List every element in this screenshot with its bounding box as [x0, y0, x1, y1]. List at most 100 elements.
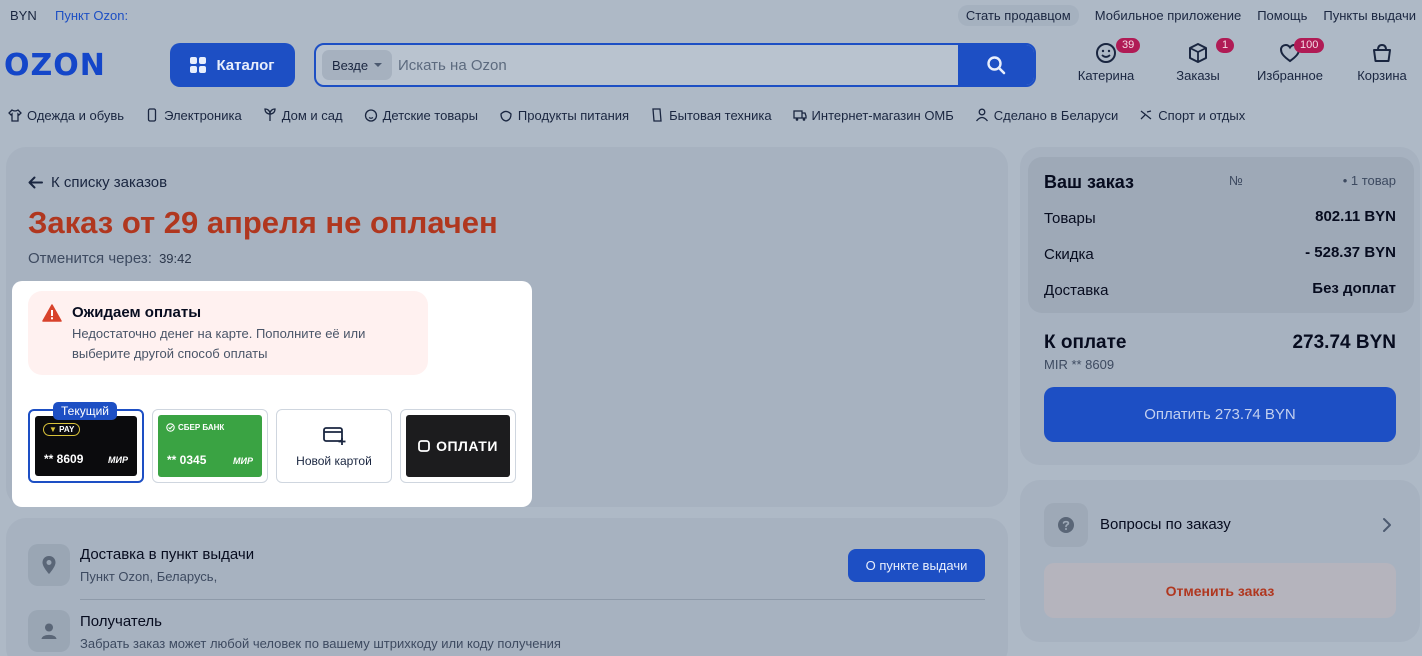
total-label: К оплате — [1044, 332, 1127, 353]
sber-logo-icon: СБЕР БАНК — [166, 423, 224, 432]
ozon-logo[interactable]: OZON — [4, 48, 106, 83]
profile-label: Катерина — [1077, 68, 1135, 83]
top-bar: BYN Пункт Ozon: Стать продавцом Мобильно… — [0, 0, 1422, 30]
discount-value: - 528.37 BYN — [1305, 244, 1396, 261]
category-sport[interactable]: Спорт и отдых — [1139, 108, 1245, 123]
check-circle-icon — [166, 423, 175, 432]
category-label: Бытовая техника — [669, 107, 772, 123]
card-brand: PAY — [59, 425, 75, 434]
category-label: Одежда и обувь — [27, 107, 125, 123]
plant-icon — [264, 108, 276, 121]
category-label: Спорт и отдых — [1158, 107, 1246, 123]
back-to-orders-link[interactable]: К списку заказов — [28, 174, 167, 191]
box-icon — [1189, 43, 1207, 63]
payment-card-8609[interactable]: ▼ PAY ** 8609 МИР — [28, 409, 144, 483]
payment-card-0345[interactable]: СБЕР БАНК ** 0345 МИР — [152, 409, 268, 483]
cancel-countdown-label: Отменится через: — [28, 250, 152, 267]
search-scope-label: Везде — [332, 57, 369, 73]
order-questions-label: Вопросы по заказу — [1100, 516, 1231, 533]
category-label: Дом и сад — [281, 107, 343, 123]
category-appliances[interactable]: Бытовая техника — [650, 107, 772, 123]
sport-icon — [1140, 110, 1152, 120]
card-face: ▼ PAY ** 8609 МИР — [35, 416, 137, 476]
warning-icon — [42, 304, 62, 322]
card-brand: СБЕР БАНК — [178, 423, 225, 432]
cart-button[interactable]: Корзина — [1350, 42, 1414, 83]
search-scope-dropdown[interactable]: Везде — [322, 50, 393, 80]
appliance-icon — [652, 108, 662, 122]
orders-button[interactable]: 1 Заказы — [1168, 38, 1235, 83]
card-number: ** 0345 — [167, 453, 207, 467]
back-label: К списку заказов — [51, 174, 168, 191]
goods-value: 802.11 BYN — [1315, 208, 1396, 225]
smile-icon — [1096, 43, 1116, 63]
orders-label: Заказы — [1176, 68, 1220, 83]
new-card-option[interactable]: Новой картой — [276, 409, 392, 483]
phone-icon — [147, 108, 157, 122]
pickup-points-link[interactable]: Пункты выдачи — [1323, 8, 1416, 23]
category-nav: Одежда и обувь Электроника Дом и сад Дет… — [0, 100, 1422, 130]
cancel-countdown: Отменится через: 39:42 — [28, 250, 192, 267]
alert-title: Ожидаем оплаты — [72, 304, 202, 321]
card-system: МИР — [233, 456, 253, 466]
order-questions-row[interactable]: Вопросы по заказу — [1044, 503, 1396, 547]
item-count: • 1 товар — [1342, 173, 1396, 188]
clothes-icon — [8, 109, 22, 122]
pay-button[interactable]: Оплатить 273.74 BYN — [1044, 387, 1396, 442]
favorites-button[interactable]: 100 Избранное — [1252, 38, 1328, 83]
card-face: СБЕР БАНК ** 0345 МИР — [158, 415, 262, 477]
category-electronics[interactable]: Электроника — [145, 108, 242, 123]
category-kids[interactable]: Детские товары — [364, 108, 478, 123]
catalog-button[interactable]: Каталог — [170, 43, 295, 87]
currency-selector[interactable]: BYN — [10, 8, 37, 23]
question-icon — [1044, 503, 1088, 547]
basket-icon — [1373, 43, 1391, 62]
oplati-option[interactable]: ОПЛАТИ — [400, 409, 516, 483]
search-button[interactable] — [958, 45, 1034, 85]
help-link[interactable]: Помощь — [1257, 8, 1307, 23]
category-clothes[interactable]: Одежда и обувь — [8, 108, 124, 123]
delivery-title: Доставка в пункт выдачи — [80, 546, 255, 563]
profile-button[interactable]: 39 Катерина — [1072, 38, 1141, 83]
profile-badge: 39 — [1116, 38, 1141, 53]
category-label: Электроника — [164, 107, 242, 123]
mobile-app-link[interactable]: Мобильное приложение — [1095, 8, 1241, 23]
category-label: Интернет-магазин ОМБ — [811, 107, 954, 123]
pickup-location-link[interactable]: Пункт Ozon: — [55, 8, 128, 23]
orders-badge: 1 — [1216, 38, 1235, 53]
become-seller-link[interactable]: Стать продавцом — [957, 5, 1079, 26]
search-bar: Везде — [314, 43, 1036, 87]
category-omb-store[interactable]: Интернет-магазин ОМБ — [792, 107, 954, 123]
pay-logo-icon: ▼ PAY — [43, 423, 81, 436]
divider — [80, 599, 985, 600]
cart-label: Корзина — [1357, 68, 1407, 83]
current-card-tag: Текущий — [53, 402, 117, 420]
favorites-label: Избранное — [1257, 68, 1323, 83]
alert-text: Недостаточно денег на карте. Пополните е… — [72, 326, 366, 361]
search-input[interactable] — [398, 51, 958, 79]
header: OZON Каталог Везде 39 Катерина 1 Заказы … — [0, 30, 1422, 100]
category-made-in-belarus[interactable]: Сделано в Беларуси — [975, 108, 1118, 123]
location-pin-icon — [28, 544, 70, 586]
person-icon — [975, 108, 988, 122]
grid-icon — [190, 57, 207, 73]
oplati-label: ОПЛАТИ — [436, 438, 498, 454]
pickup-point-info-button[interactable]: О пункте выдачи — [848, 549, 985, 582]
total-payment-card: MIR ** 8609 — [1044, 357, 1115, 372]
payment-alert: Ожидаем оплаты Недостаточно денег на кар… — [28, 291, 428, 375]
category-label: Продукты питания — [517, 107, 630, 123]
top-links: Стать продавцом Мобильное приложение Пом… — [957, 5, 1416, 26]
discount-label: Скидка — [1044, 246, 1094, 263]
oplati-logo-icon — [418, 440, 430, 452]
chevron-right-icon — [1383, 518, 1391, 532]
cancel-countdown-timer: 39:42 — [159, 251, 192, 266]
category-home-garden[interactable]: Дом и сад — [263, 108, 343, 123]
category-food[interactable]: Продукты питания — [499, 108, 629, 123]
category-label: Детские товары — [382, 107, 478, 123]
category-label: Сделано в Беларуси — [993, 107, 1119, 123]
chevron-down-icon — [374, 63, 383, 67]
search-icon — [987, 56, 1006, 75]
cancel-order-button[interactable]: Отменить заказ — [1044, 563, 1396, 618]
favorites-badge: 100 — [1294, 38, 1325, 53]
goods-label: Товары — [1044, 210, 1096, 227]
